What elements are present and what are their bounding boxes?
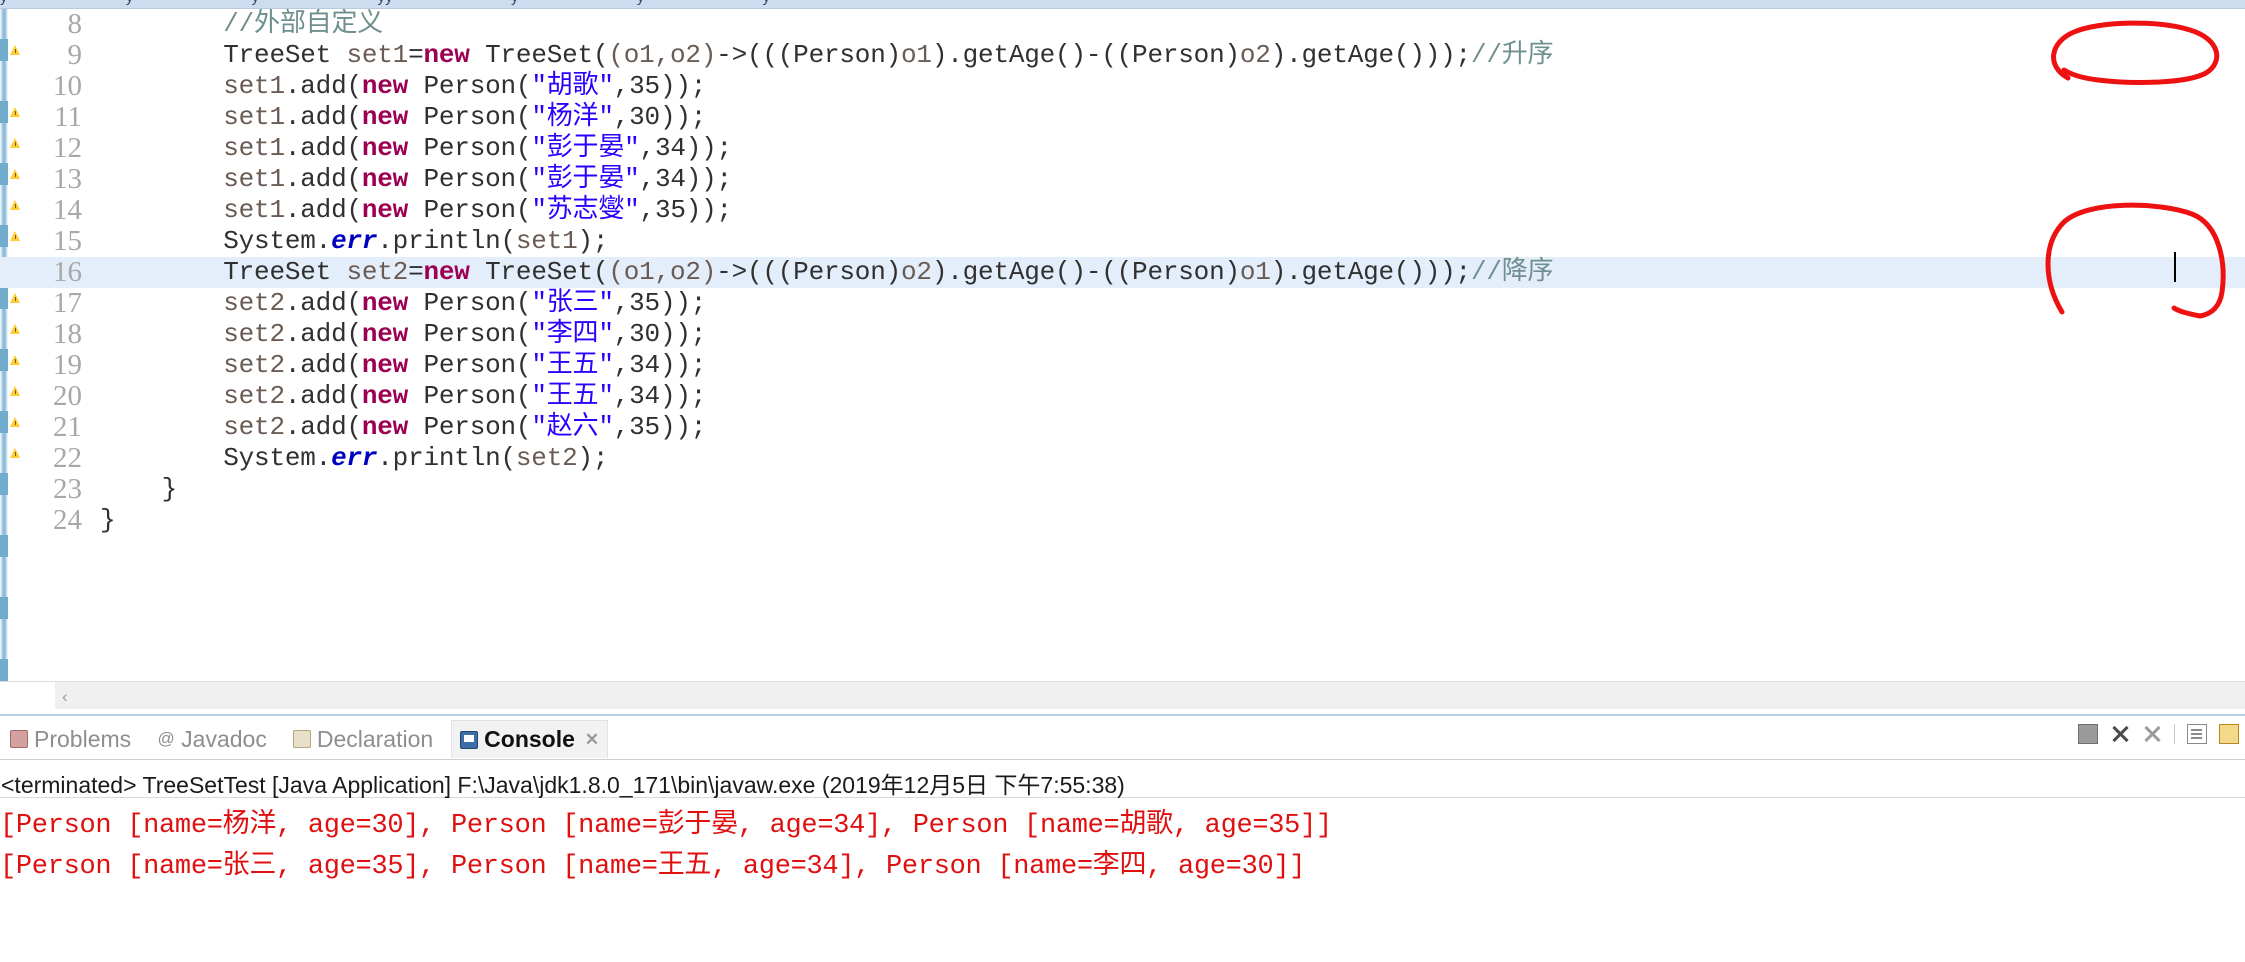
code-line-text: }: [100, 505, 116, 535]
console-tab-bar[interactable]: Problems @ Javadoc Declaration Console ✕: [0, 718, 2245, 760]
code-line-text: set2.add(new Person("王五",34));: [223, 350, 707, 380]
code-line-18[interactable]: set2.add(new Person("李四",30));: [0, 319, 2245, 350]
console-icon: [460, 730, 479, 749]
grid-icon[interactable]: [2078, 724, 2098, 744]
line-number-23: 23: [53, 473, 82, 505]
tab-strip-ghost-text: yyyyyyyy: [0, 0, 888, 6]
tab-label: Declaration: [316, 725, 434, 752]
code-line-text: set1.add(new Person("彭于晏",34));: [223, 133, 732, 163]
terminate-x-icon[interactable]: [2110, 724, 2130, 744]
line-number-18: 18: [53, 318, 82, 350]
tab-label: Problems: [34, 725, 132, 752]
console-output-line-1: [Person [name=杨洋, age=30], Person [name=…: [0, 811, 1332, 841]
code-line-9[interactable]: TreeSet set1=new TreeSet((o1,o2)->(((Per…: [0, 40, 2245, 71]
line-number-22: 22: [53, 442, 82, 474]
launch-configuration-line: <terminated> TreeSetTest [Java Applicati…: [0, 766, 2245, 798]
code-line-10[interactable]: set1.add(new Person("胡歌",35));: [0, 71, 2245, 102]
code-line-22[interactable]: System.err.println(set2);: [0, 443, 2245, 474]
line-number-13: 13: [53, 163, 82, 195]
console-view: Problems @ Javadoc Declaration Console ✕ <ter…: [0, 718, 2245, 962]
line-number-ruler: 8 9 10 11 12 13 14 15 16 17 18 19 20 21 22 23 24: [0, 9, 92, 709]
code-line-text: set2.add(new Person("王五",34));: [223, 381, 707, 411]
code-line-text: set2.add(new Person("张三",35));: [223, 288, 707, 318]
javadoc-icon: @: [157, 729, 175, 748]
code-line-text: TreeSet set2=new TreeSet((o1,o2)->(((Per…: [223, 257, 1554, 287]
code-line-21[interactable]: set2.add(new Person("赵六",35));: [0, 412, 2245, 443]
code-line-text: System.err.println(set1);: [223, 226, 609, 256]
code-line-text: set1.add(new Person("杨洋",30));: [223, 102, 707, 132]
code-line-text: TreeSet set1=new TreeSet((o1,o2)->(((Per…: [223, 40, 1554, 70]
tab-declaration[interactable]: Declaration: [285, 720, 441, 758]
code-line-text: set2.add(new Person("李四",30));: [223, 319, 707, 349]
declaration-icon: [292, 730, 311, 748]
line-number-24: 24: [53, 504, 82, 536]
code-line-19[interactable]: set2.add(new Person("王五",34));: [0, 350, 2245, 381]
code-line-16[interactable]: TreeSet set2=new TreeSet((o1,o2)->(((Per…: [0, 257, 2245, 288]
editor-tab-strip-cutoff: yyyyyyyy: [0, 0, 2245, 9]
tab-problems[interactable]: Problems: [2, 720, 139, 758]
code-line-text: set1.add(new Person("胡歌",35));: [223, 71, 707, 101]
code-line-15[interactable]: System.err.println(set1);: [0, 226, 2245, 257]
text-caret: [2174, 252, 2176, 282]
code-line-14[interactable]: set1.add(new Person("苏志燮",35));: [0, 195, 2245, 226]
code-line-13[interactable]: set1.add(new Person("彭于晏",34));: [0, 164, 2245, 195]
code-line-text: //外部自定义: [223, 9, 384, 39]
line-number-14: 14: [53, 194, 82, 226]
clear-console-icon[interactable]: [2187, 724, 2207, 744]
tab-javadoc[interactable]: @ Javadoc: [149, 720, 275, 758]
code-line-11[interactable]: set1.add(new Person("杨洋",30));: [0, 102, 2245, 133]
console-output[interactable]: [Person [name=杨洋, age=30], Person [name=…: [0, 806, 2245, 888]
code-line-24[interactable]: }: [0, 505, 2245, 536]
eclipse-ide-window: yyyyyyyy: [0, 0, 2245, 962]
line-number-15: 15: [53, 225, 82, 257]
code-line-17[interactable]: set2.add(new Person("张三",35));: [0, 288, 2245, 319]
java-source-editor[interactable]: //外部自定义 TreeSet set1=new TreeSet((o1,o2)…: [0, 9, 2245, 709]
tab-console[interactable]: Console ✕: [451, 720, 609, 758]
problems-icon: [10, 730, 28, 748]
code-line-text: set1.add(new Person("彭于晏",34));: [223, 164, 732, 194]
tab-label: Javadoc: [181, 725, 267, 752]
scroll-left-arrow-icon[interactable]: ‹: [62, 687, 68, 707]
remove-all-x-icon[interactable]: [2142, 724, 2162, 744]
code-line-text: set2.add(new Person("赵六",35));: [223, 412, 707, 442]
line-number-8: 8: [67, 9, 83, 40]
tab-label: Console: [484, 726, 575, 752]
code-line-list[interactable]: //外部自定义 TreeSet set1=new TreeSet((o1,o2)…: [0, 9, 2245, 709]
line-number-17: 17: [53, 287, 82, 319]
pin-console-icon[interactable]: [2219, 724, 2239, 744]
editor-horizontal-scrollbar[interactable]: ‹: [0, 681, 2245, 709]
code-line-text: System.err.println(set2);: [223, 443, 609, 473]
code-line-text: set1.add(new Person("苏志燮",35));: [223, 195, 732, 225]
line-number-9: 9: [67, 39, 83, 71]
line-number-21: 21: [53, 411, 82, 443]
line-number-19: 19: [53, 349, 82, 381]
close-icon[interactable]: ✕: [585, 730, 599, 750]
line-number-11: 11: [54, 101, 82, 133]
console-toolbar[interactable]: [2078, 724, 2239, 744]
line-number-12: 12: [53, 132, 82, 164]
line-number-10: 10: [53, 70, 82, 102]
separator: [2174, 724, 2175, 744]
console-output-line-2: [Person [name=张三, age=35], Person [name=…: [0, 852, 1306, 882]
code-line-12[interactable]: set1.add(new Person("彭于晏",34));: [0, 133, 2245, 164]
line-number-20: 20: [53, 380, 82, 412]
code-line-text: }: [100, 474, 178, 504]
code-line-23[interactable]: }: [0, 474, 2245, 505]
code-line-8[interactable]: //外部自定义: [0, 9, 2245, 40]
editor-console-sash[interactable]: [0, 709, 2245, 716]
line-number-16: 16: [53, 256, 82, 288]
code-line-20[interactable]: set2.add(new Person("王五",34));: [0, 381, 2245, 412]
